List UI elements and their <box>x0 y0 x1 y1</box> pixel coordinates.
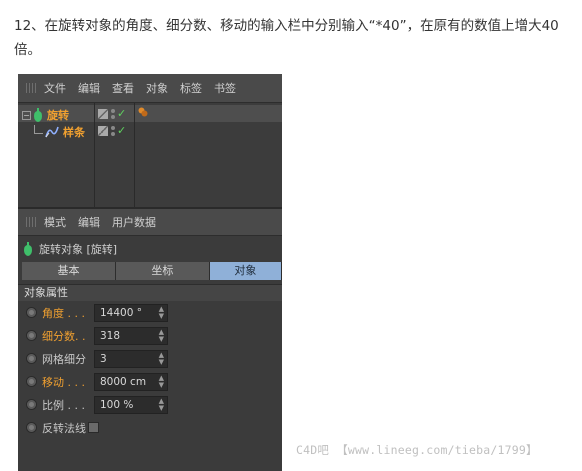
grip-icon[interactable] <box>26 217 38 227</box>
menu-bookmarks[interactable]: 书签 <box>214 80 236 96</box>
property-reverse-normals: 反转法线 <box>18 416 282 439</box>
column-divider <box>94 103 95 207</box>
object-name[interactable]: 旋转 <box>47 107 69 123</box>
property-label: 网格细分 <box>42 352 86 366</box>
enabled-check-icon[interactable]: ✓ <box>117 124 126 137</box>
attribute-title-text: 旋转对象 [旋转] <box>39 243 118 256</box>
attribute-title: 旋转对象 [旋转] <box>18 236 282 262</box>
menu-edit[interactable]: 编辑 <box>78 214 100 230</box>
object-manager-menubar: 文件 编辑 查看 对象 标签 书签 <box>18 74 282 103</box>
animate-radio[interactable] <box>26 399 37 410</box>
property-mesh-subdivision: 网格细分 3 ▲ ▼ <box>18 347 282 370</box>
watermark: C4D吧 【www.lineeg.com/tieba/1799】 <box>296 443 538 457</box>
animate-radio[interactable] <box>26 422 37 433</box>
field-value: 100 % <box>100 398 134 411</box>
field-value: 318 <box>100 329 121 342</box>
property-angle: 角度 . . . 14400 ° ▲ ▼ <box>18 301 282 324</box>
scale-input[interactable]: 100 % ▲ ▼ <box>94 395 168 414</box>
object-flags: ✓ <box>98 124 126 137</box>
menu-user-data[interactable]: 用户数据 <box>112 214 156 230</box>
lathe-icon <box>34 108 42 122</box>
enabled-check-icon[interactable]: ✓ <box>117 107 126 120</box>
animate-radio[interactable] <box>26 330 37 341</box>
stepper-icon[interactable]: ▲ ▼ <box>159 397 164 412</box>
property-subdivisions: 细分数. . 318 ▲ ▼ <box>18 324 282 347</box>
property-label: 反转法线 <box>42 421 86 435</box>
object-row-spline[interactable]: 样条 <box>34 124 85 140</box>
grip-icon[interactable] <box>26 83 38 93</box>
section-header: 对象属性 <box>18 284 282 301</box>
object-name[interactable]: 样条 <box>63 124 85 140</box>
cinema4d-panel: 文件 编辑 查看 对象 标签 书签 − 旋转 ✓ 样条 ✓ 模式 编辑 用户数据… <box>18 74 282 471</box>
property-label: 移动 . . . <box>42 375 85 389</box>
menu-file[interactable]: 文件 <box>44 80 66 96</box>
property-scale: 比例 . . . 100 % ▲ ▼ <box>18 393 282 416</box>
menu-objects[interactable]: 对象 <box>146 80 168 96</box>
tree-branch-icon <box>34 124 43 134</box>
animate-radio[interactable] <box>26 376 37 387</box>
menu-view[interactable]: 查看 <box>112 80 134 96</box>
visibility-dots-icon[interactable] <box>111 108 115 119</box>
menu-tags[interactable]: 标签 <box>180 80 202 96</box>
field-value: 8000 cm <box>100 375 147 388</box>
movement-input[interactable]: 8000 cm ▲ ▼ <box>94 372 168 391</box>
property-label: 比例 . . . <box>42 398 85 412</box>
attribute-tabs: 基本 坐标 对象 <box>22 262 282 280</box>
animate-radio[interactable] <box>26 307 37 318</box>
mesh-subdivision-input[interactable]: 3 ▲ ▼ <box>94 349 168 368</box>
menu-mode[interactable]: 模式 <box>44 214 66 230</box>
property-movement: 移动 . . . 8000 cm ▲ ▼ <box>18 370 282 393</box>
object-flags: ✓ <box>98 107 126 120</box>
tab-coordinates[interactable]: 坐标 <box>115 262 210 280</box>
material-tag-icon[interactable] <box>138 107 148 117</box>
angle-input[interactable]: 14400 ° ▲ ▼ <box>94 303 168 322</box>
animate-radio[interactable] <box>26 353 37 364</box>
attribute-manager-menubar: 模式 编辑 用户数据 <box>18 209 282 236</box>
column-divider <box>134 103 135 207</box>
visibility-dots-icon[interactable] <box>111 125 115 136</box>
subdivisions-input[interactable]: 318 ▲ ▼ <box>94 326 168 345</box>
property-label: 角度 . . . <box>42 306 85 320</box>
stepper-icon[interactable]: ▲ ▼ <box>159 374 164 389</box>
lathe-icon <box>24 242 32 256</box>
stepper-icon[interactable]: ▲ ▼ <box>159 305 164 320</box>
tab-basic[interactable]: 基本 <box>22 262 116 280</box>
layer-icon[interactable] <box>98 108 108 119</box>
field-value: 3 <box>100 352 107 365</box>
property-label: 细分数. . <box>42 329 86 343</box>
menu-edit[interactable]: 编辑 <box>78 80 100 96</box>
instruction-text: 12、在旋转对象的角度、细分数、移动的输入栏中分别输入“*40”，在原有的数值上… <box>14 18 559 58</box>
stepper-icon[interactable]: ▲ ▼ <box>159 351 164 366</box>
object-list: − 旋转 ✓ 样条 ✓ <box>18 103 282 209</box>
object-row-lathe[interactable]: − 旋转 <box>22 107 69 123</box>
layer-icon[interactable] <box>98 125 108 136</box>
collapse-icon[interactable]: − <box>22 110 31 120</box>
stepper-icon[interactable]: ▲ ▼ <box>159 328 164 343</box>
spline-icon <box>45 126 59 138</box>
field-value: 14400 ° <box>100 306 142 319</box>
tab-object[interactable]: 对象 <box>209 262 282 280</box>
reverse-normals-checkbox[interactable] <box>88 422 99 433</box>
